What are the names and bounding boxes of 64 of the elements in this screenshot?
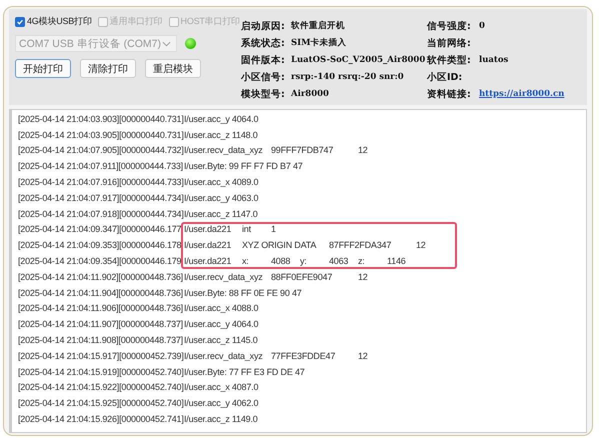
info-label: 固件版本: [241, 54, 286, 67]
log-timestamp: [2025-04-14 21:04:09.347][000000446.177 [18, 223, 182, 236]
info-label: 模块型号: [241, 88, 286, 101]
log-message: I/user.da221 XYZ ORIGIN DATA 87FFF2FDA347 12 [184, 239, 426, 252]
log-timestamp: [2025-04-14 21:04:11.906][000000448.736] [18, 302, 184, 314]
log-timestamp: [2025-04-14 21:04:03.903][000000440.731] [18, 112, 184, 125]
log-timestamp: [2025-04-14 21:04:03.905][000000440.731] [18, 128, 184, 141]
log-timestamp: [2025-04-14 21:04:07.911][000000444.733] [18, 160, 184, 172]
log-message: I/user.acc_x 4087.0 [184, 381, 258, 394]
log-message: I/user.acc_z 1145.0 [184, 334, 258, 346]
info-link[interactable]: https://air8000.cn [479, 88, 589, 101]
info-label: 资料链接: [427, 88, 472, 101]
info-label: 信号强度: [427, 20, 472, 33]
log-message: I/user.Byte: 99 FF F7 FD B7 47 [184, 160, 303, 172]
log-timestamp: [2025-04-14 21:04:09.353][000000446.178 [18, 239, 182, 252]
log-message: I/user.acc_z 1148.0 [184, 128, 258, 141]
log-timestamp: [2025-04-14 21:04:09.354][000000446.179 [18, 255, 182, 268]
log-message: I/user.acc_x 4089.0 [184, 176, 258, 188]
info-label: 软件类型: [427, 54, 472, 67]
info-value: rsrp:-140 rsrq:-20 snr:0 [291, 71, 405, 84]
log-message: I/user.recv_data_xyz 88FF0EFE9047 12 [184, 270, 368, 283]
info-value: 软件重启开机 [291, 20, 346, 33]
info-value: 0 [479, 20, 486, 33]
log-timestamp: [2025-04-14 21:04:15.926][000000452.741] [18, 413, 184, 426]
log-timestamp: [2025-04-14 21:04:07.916][000000444.733] [18, 176, 184, 188]
log-message: I/user.acc_y 4064.0 [184, 318, 258, 330]
info-value: SIM卡未插入 [291, 37, 348, 50]
log-timestamp: [2025-04-14 21:04:07.918][000000444.734] [18, 208, 184, 220]
info-label: 启动原因: [241, 20, 286, 33]
log-message: I/user.recv_data_xyz 77FFE3FDDE47 12 [184, 350, 368, 362]
log-timestamp: [2025-04-14 21:04:15.925][000000452.740] [18, 397, 184, 410]
log-message: I/user.acc_x 4088.0 [184, 302, 258, 314]
info-label: 当前网络: [427, 37, 472, 50]
log-timestamp: [2025-04-14 21:04:11.908][000000448.737] [18, 334, 184, 346]
action-button[interactable]: 开始打印 [15, 59, 71, 78]
log-message: I/user.da221 int 1 [184, 223, 276, 236]
checkbox[interactable] [15, 16, 25, 26]
log-message: I/user.acc_y 4062.0 [184, 397, 258, 410]
log-message: I/user.acc_z 1149.0 [184, 413, 258, 426]
log-timestamp: [2025-04-14 21:04:11.904][000000448.736] [18, 286, 184, 299]
info-label: 小区信号: [241, 71, 286, 84]
log-message: I/user.acc_y 4063.0 [184, 192, 258, 204]
log-timestamp: [2025-04-14 21:04:11.902][000000448.736] [18, 270, 184, 283]
log-timestamp: [2025-04-14 21:04:07.905][000000444.732] [18, 144, 184, 156]
log-timestamp: [2025-04-14 21:04:15.917][000000452.739] [18, 350, 184, 362]
info-value: LuatOS-SoC_V2005_Air8000 [291, 54, 426, 67]
info-value: luatos [479, 54, 510, 67]
log-message: I/user.recv_data_xyz 99FFF7FDB747 12 [184, 144, 368, 156]
log-message: I/user.acc_y 4064.0 [184, 112, 258, 125]
info-value: Air8000 [291, 88, 330, 101]
log-message: I/user.acc_z 1147.0 [184, 208, 258, 220]
log-timestamp: [2025-04-14 21:04:15.919][000000452.740] [18, 366, 184, 378]
chevron-down-icon [162, 40, 171, 46]
log-message: I/user.Byte: 77 FF E3 FD DE 47 [184, 366, 305, 378]
checkbox-label[interactable]: 4G模块USB打印 [27, 15, 92, 28]
action-button[interactable]: 清除打印 [80, 59, 136, 78]
log-message: I/user.Byte: 88 FF 0E FE 90 47 [184, 286, 302, 299]
info-label: 系统状态: [241, 37, 286, 50]
log-timestamp: [2025-04-14 21:04:15.922][000000452.740] [18, 381, 184, 394]
log-timestamp: [2025-04-14 21:04:11.907][000000448.737] [18, 318, 184, 330]
log-timestamp: [2025-04-14 21:04:07.917][000000444.734] [18, 192, 184, 204]
info-label: 小区ID: [427, 71, 464, 84]
log-message: I/user.da221 x: 4088 y: 4063 z: 1146 [184, 255, 406, 268]
action-button[interactable]: 重启模块 [145, 59, 201, 78]
